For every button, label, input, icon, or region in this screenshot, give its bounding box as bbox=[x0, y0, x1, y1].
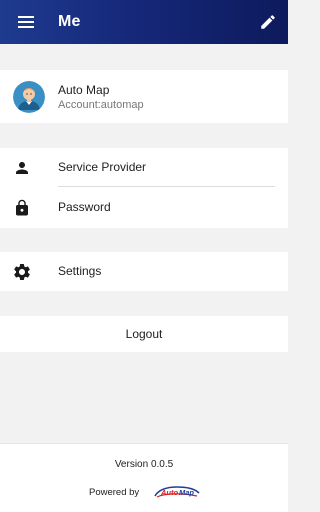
powered-by-text: Powered by bbox=[89, 487, 140, 498]
logout-button[interactable]: Logout bbox=[0, 316, 288, 352]
edit-icon[interactable] bbox=[256, 10, 280, 34]
person-icon bbox=[12, 158, 32, 178]
app-bar: Me bbox=[0, 0, 288, 44]
service-provider-item[interactable]: Service Provider bbox=[0, 148, 288, 188]
svg-text:Map: Map bbox=[179, 488, 194, 497]
divider bbox=[58, 186, 275, 187]
password-label: Password bbox=[58, 200, 111, 214]
profile-account: Account:automap bbox=[58, 99, 144, 111]
version-text: Version 0.0.5 bbox=[114, 459, 174, 470]
lock-icon bbox=[12, 198, 32, 218]
avatar-icon bbox=[13, 81, 45, 113]
settings-item[interactable]: Settings bbox=[0, 252, 288, 292]
footer: Version 0.0.5 Powered by Auto Map bbox=[0, 443, 288, 512]
service-provider-label: Service Provider bbox=[58, 160, 147, 174]
automap-logo: Auto Map bbox=[153, 484, 201, 500]
logout-label: Logout bbox=[125, 327, 163, 341]
svg-text:Auto: Auto bbox=[160, 488, 178, 497]
profile-card[interactable]: Auto Map Account:automap bbox=[0, 70, 288, 123]
profile-name: Auto Map bbox=[58, 83, 110, 97]
page-title: Me bbox=[58, 13, 81, 30]
menu-icon[interactable] bbox=[0, 0, 52, 44]
settings-label: Settings bbox=[58, 264, 102, 278]
gear-icon bbox=[12, 262, 32, 282]
password-item[interactable]: Password bbox=[0, 188, 288, 228]
account-menu-group: Service Provider Password bbox=[0, 148, 288, 228]
settings-group: Settings bbox=[0, 252, 288, 291]
